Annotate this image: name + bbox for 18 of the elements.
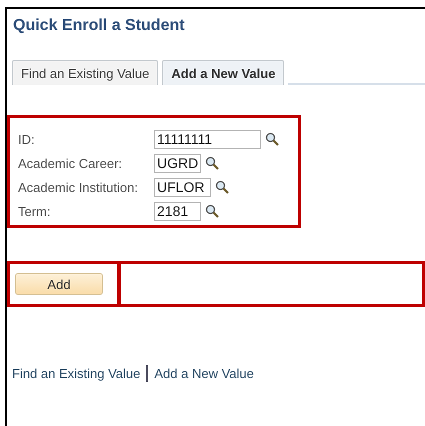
- tab[interactable]: Find an Existing Value: [12, 60, 158, 85]
- field-label: Term:: [18, 204, 52, 218]
- link[interactable]: Add a New Value: [154, 366, 254, 381]
- tab[interactable]: Add a New Value: [162, 60, 284, 85]
- input-field[interactable]: UFLOR: [154, 178, 212, 196]
- field-label: Academic Career:: [18, 156, 124, 170]
- search-icon[interactable]: [265, 132, 279, 146]
- field-label: Academic Institution:: [18, 180, 139, 194]
- input-field[interactable]: UGRD: [154, 154, 202, 172]
- search-icon[interactable]: [205, 156, 220, 170]
- field-label: ID:: [18, 132, 36, 146]
- page-title: Quick Enroll a Student: [12, 16, 186, 35]
- link[interactable]: Find an Existing Value: [12, 366, 140, 381]
- search-icon[interactable]: [205, 204, 220, 218]
- add-button[interactable]: Add: [15, 273, 103, 295]
- search-icon[interactable]: [215, 180, 230, 194]
- input-field[interactable]: 11111111: [154, 130, 261, 148]
- input-field[interactable]: 2181: [154, 202, 202, 220]
